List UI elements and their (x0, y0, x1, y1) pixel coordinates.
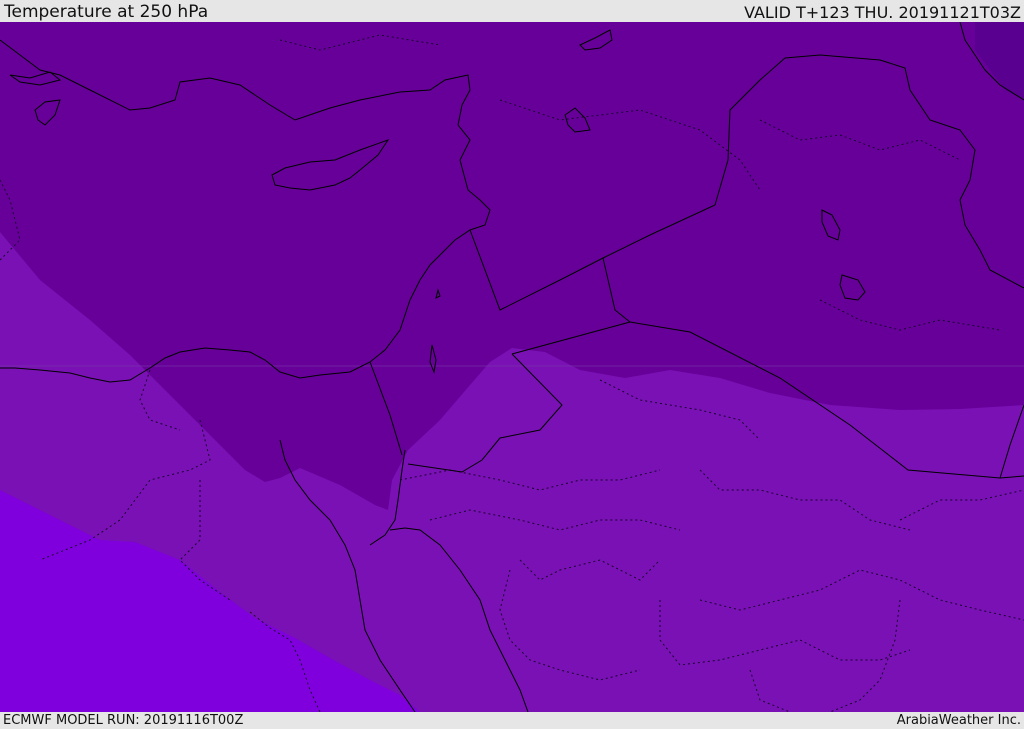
model-run: ECMWF MODEL RUN: 20191116T00Z (3, 713, 244, 728)
footer-bar: ECMWF MODEL RUN: 20191116T00Z ArabiaWeat… (0, 712, 1024, 729)
header-bar: Temperature at 250 hPa VALID T+123 THU. … (0, 0, 1024, 22)
map-title: Temperature at 250 hPa (4, 2, 209, 22)
valid-time: VALID T+123 THU. 20191121T03Z (744, 3, 1021, 22)
credit-text: ArabiaWeather Inc. (896, 713, 1021, 728)
weather-map[interactable] (0, 22, 1024, 712)
